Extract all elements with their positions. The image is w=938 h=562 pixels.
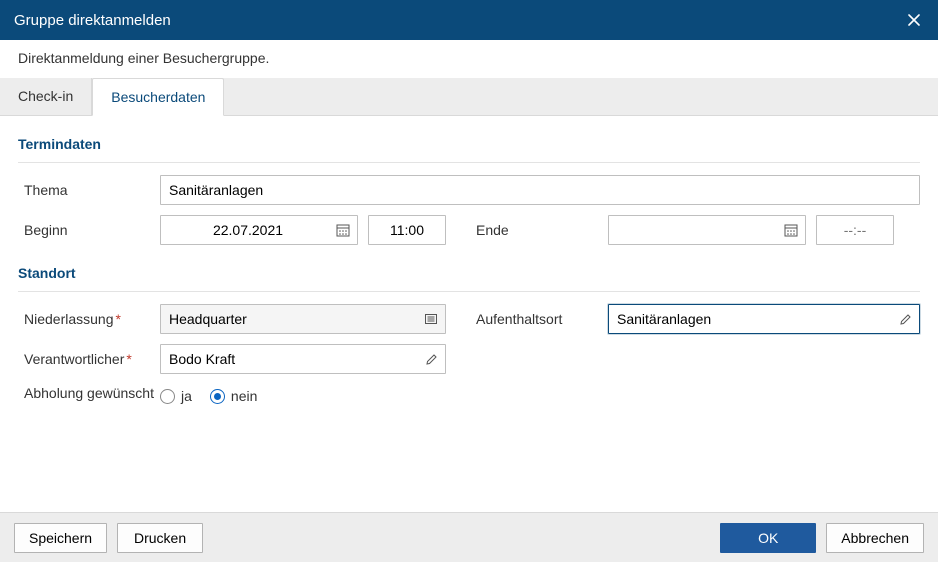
row-thema: Thema — [18, 175, 920, 205]
tab-bar: Check-in Besucherdaten — [0, 78, 938, 116]
label-aufenthaltsort: Aufenthaltsort — [474, 311, 608, 327]
row-verantwortlicher: Verantwortlicher* — [18, 344, 920, 374]
niederlassung-input[interactable] — [160, 304, 446, 334]
verantwortlicher-field — [160, 344, 446, 374]
required-marker: * — [126, 351, 131, 367]
list-icon[interactable] — [422, 310, 440, 328]
row-beginn-ende: Beginn Ende — [18, 215, 920, 245]
label-beginn: Beginn — [18, 222, 160, 238]
radio-ja-label: ja — [181, 388, 192, 404]
verantwortlicher-input[interactable] — [160, 344, 446, 374]
radio-nein-label: nein — [231, 388, 257, 404]
tab-content: Termindaten Thema Beginn Ende Standort — [0, 116, 938, 424]
radio-nein[interactable]: nein — [210, 388, 257, 404]
label-ende: Ende — [474, 222, 608, 238]
label-abholung: Abholung gewünscht — [18, 384, 160, 404]
beginn-date-input[interactable] — [160, 215, 358, 245]
radio-icon — [160, 389, 175, 404]
tab-checkin[interactable]: Check-in — [0, 78, 92, 115]
drucken-button[interactable]: Drucken — [117, 523, 203, 553]
close-icon[interactable] — [904, 10, 924, 30]
radio-icon — [210, 389, 225, 404]
abbrechen-button[interactable]: Abbrechen — [826, 523, 924, 553]
niederlassung-field — [160, 304, 446, 334]
section-termindaten-title: Termindaten — [18, 136, 920, 152]
calendar-icon[interactable] — [782, 221, 800, 239]
dialog-footer: Speichern Drucken OK Abbrechen — [0, 512, 938, 562]
thema-input[interactable] — [160, 175, 920, 205]
ende-date-input[interactable] — [608, 215, 806, 245]
beginn-time-input[interactable] — [368, 215, 446, 245]
ende-date-field — [608, 215, 806, 245]
row-niederlassung-aufenthaltsort: Niederlassung* Aufenthaltsort — [18, 304, 920, 334]
dialog-subtitle: Direktanmeldung einer Besuchergruppe. — [0, 40, 938, 78]
required-marker: * — [116, 311, 121, 327]
label-verantwortlicher: Verantwortlicher* — [18, 351, 160, 367]
label-niederlassung: Niederlassung* — [18, 311, 160, 327]
tab-besucherdaten[interactable]: Besucherdaten — [92, 78, 224, 116]
dialog-title: Gruppe direktanmelden — [14, 12, 171, 29]
aufenthaltsort-field — [608, 304, 920, 334]
section-standort-title: Standort — [18, 265, 920, 281]
pencil-icon[interactable] — [422, 350, 440, 368]
abholung-radio-group: ja nein — [160, 384, 257, 404]
speichern-button[interactable]: Speichern — [14, 523, 107, 553]
dialog-header: Gruppe direktanmelden — [0, 0, 938, 40]
ok-button[interactable]: OK — [720, 523, 816, 553]
section-divider — [18, 162, 920, 163]
calendar-icon[interactable] — [334, 221, 352, 239]
section-divider — [18, 291, 920, 292]
ende-time-input[interactable] — [816, 215, 894, 245]
label-thema: Thema — [18, 182, 160, 198]
row-abholung: Abholung gewünscht ja nein — [18, 384, 920, 404]
radio-ja[interactable]: ja — [160, 388, 192, 404]
aufenthaltsort-input[interactable] — [608, 304, 920, 334]
pencil-icon[interactable] — [896, 310, 914, 328]
beginn-date-field — [160, 215, 358, 245]
